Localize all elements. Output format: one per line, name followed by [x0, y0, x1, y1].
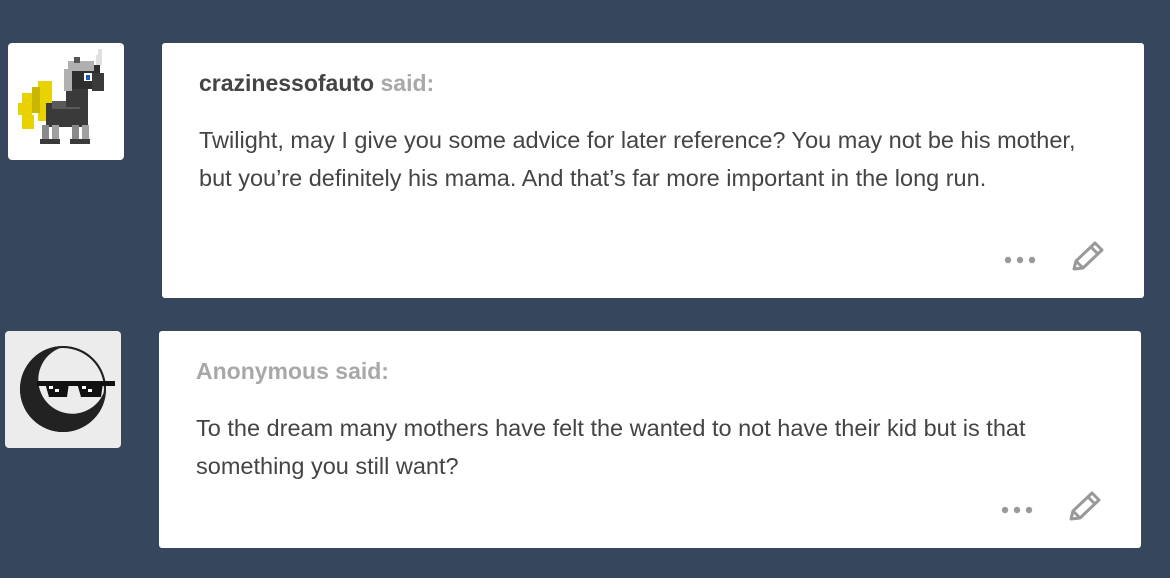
ellipsis-icon[interactable]	[999, 501, 1035, 519]
asker-name-link[interactable]: crazinessofauto	[199, 70, 374, 96]
ellipsis-icon[interactable]	[1002, 251, 1038, 269]
pencil-icon[interactable]	[1064, 489, 1104, 527]
sunglasses-moon-avatar-icon	[20, 346, 115, 432]
said-label: said:	[380, 70, 435, 96]
ask-card: crazinessofauto said: Twilight, may I gi…	[162, 43, 1144, 298]
ask-card: Anonymous said: To the dream many mother…	[159, 331, 1141, 548]
ask-message: Twilight, may I give you some advice for…	[199, 127, 1076, 191]
avatar-anonymous[interactable]	[5, 331, 121, 448]
pencil-icon[interactable]	[1067, 239, 1107, 277]
asker-name: Anonymous	[196, 358, 329, 384]
asker-line: Anonymous said:	[196, 358, 389, 385]
asker-line: crazinessofauto said:	[199, 70, 434, 97]
said-label: said:	[335, 358, 389, 384]
avatar-crazinessofauto[interactable]	[8, 43, 124, 160]
ask-message: To the dream many mothers have felt the …	[196, 415, 1026, 479]
pixel-pony-avatar-icon	[18, 49, 104, 144]
